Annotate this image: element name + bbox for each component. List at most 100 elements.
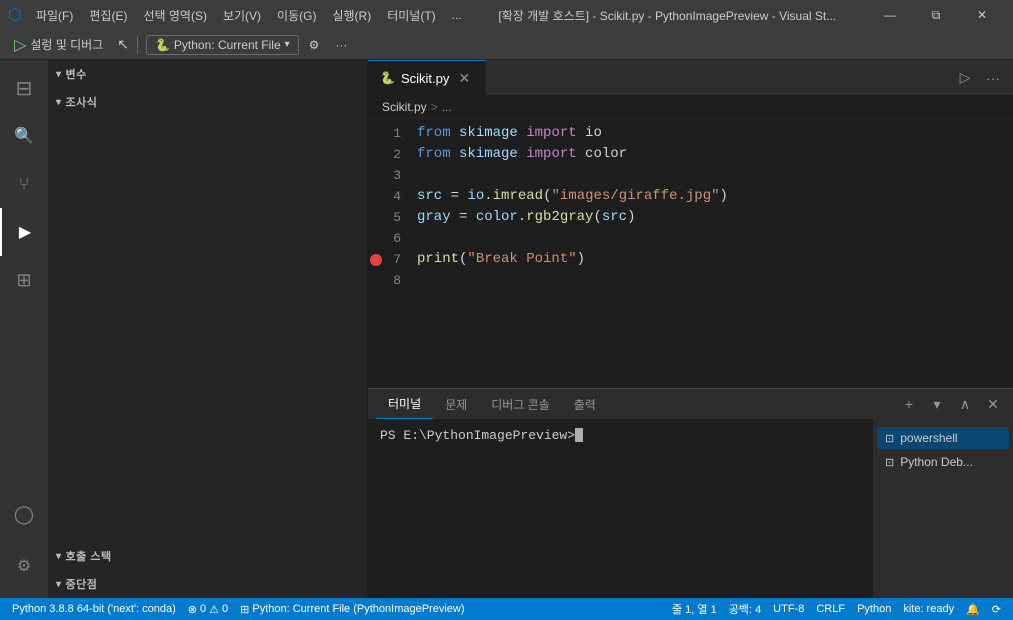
minimize-button[interactable]: — <box>867 0 913 30</box>
status-errors[interactable]: ⊗ 0 ⚠ 0 <box>182 598 234 620</box>
sidebar-variables-header[interactable]: ▾ 변수 <box>48 60 367 88</box>
activity-bar: ⊟ 🔍 ⑂ ▶ ⊞ ◯ ⚙ <box>0 60 48 598</box>
panel-dropdown-button[interactable]: ▾ <box>925 392 949 416</box>
panel-terminal-content[interactable]: PS E:\PythonImagePreview> <box>368 419 873 598</box>
remote-text: Python: Current File (PythonImagePreview… <box>252 603 464 615</box>
panel-tabs: 터미널 문제 디버그 콘솔 출력 + ▾ ∧ ✕ <box>368 389 1013 419</box>
code-line-4: 4 src = io.imread("images/giraffe.jpg") <box>368 186 1013 207</box>
close-button[interactable]: ✕ <box>959 0 1005 30</box>
sidebar-callstack-header[interactable]: ▾ 호출 스택 <box>48 542 367 570</box>
activity-explorer[interactable]: ⊟ <box>0 64 48 112</box>
debug-config-button[interactable]: 🐍 Python: Current File ▾ <box>146 35 299 55</box>
menu-run[interactable]: 실행(R) <box>326 5 377 26</box>
panel-maximize-button[interactable]: ∧ <box>953 392 977 416</box>
title-bar-left: ⬡ 파일(F) 편집(E) 선택 영역(S) 보기(V) 이동(G) 실행(R)… <box>8 5 468 26</box>
sidebar-section-callstack: ▾ 호출 스택 <box>48 542 367 570</box>
panel-tab-debug-console[interactable]: 디버그 콘솔 <box>479 389 562 419</box>
warning-count: 0 <box>222 603 228 615</box>
activity-accounts[interactable]: ◯ <box>0 490 48 538</box>
status-python-version[interactable]: Python 3.8.8 64-bit ('next': conda) <box>6 598 182 620</box>
code-line-1: 1 from skimage import io <box>368 123 1013 144</box>
code-line-2: 2 from skimage import color <box>368 144 1013 165</box>
python-debug-icon: ⊡ <box>885 456 894 469</box>
panel-add-button[interactable]: + <box>897 392 921 416</box>
code-line-3: 3 <box>368 165 1013 186</box>
sync-icon: ⟳ <box>992 603 1001 616</box>
sidebar-variables-label: 변수 <box>66 66 87 82</box>
menu-edit[interactable]: 편집(E) <box>83 5 133 26</box>
debug-run-button[interactable]: ▷ 설렁 및 디버그 <box>8 33 109 57</box>
panel-tab-terminal[interactable]: 터미널 <box>376 389 433 419</box>
chevron-icon: ▾ <box>56 551 62 562</box>
menu-file[interactable]: 파일(F) <box>30 5 79 26</box>
panel: 터미널 문제 디버그 콘솔 출력 + ▾ ∧ ✕ PS E:\PythonIma… <box>368 388 1013 598</box>
status-bar: Python 3.8.8 64-bit ('next': conda) ⊗ 0 … <box>0 598 1013 620</box>
line-content-2: from skimage import color <box>413 144 1013 165</box>
activity-debug[interactable]: ▶ <box>0 208 48 256</box>
status-spaces[interactable]: 공백: 4 <box>723 598 767 620</box>
sidebar-watch-header[interactable]: ▾ 조사식 <box>48 88 367 116</box>
python-tab-icon: 🐍 <box>380 71 395 85</box>
settings-icon: ⚙ <box>309 38 320 52</box>
tab-scikit[interactable]: 🐍 Scikit.py ✕ <box>368 60 486 95</box>
kite-text: kite: ready <box>903 603 954 615</box>
settings-button[interactable]: ⚙ <box>303 36 326 54</box>
dropdown-icon: ▾ <box>285 39 290 50</box>
panel-side-tab-python-debug[interactable]: ⊡ Python Deb... <box>877 451 1009 473</box>
panel-tab-output[interactable]: 출력 <box>562 389 608 419</box>
line-num-6: 6 <box>368 228 413 249</box>
breadcrumb-path[interactable]: ... <box>442 100 452 114</box>
status-line-ending[interactable]: CRLF <box>810 598 851 620</box>
code-line-6: 6 <box>368 228 1013 249</box>
panel-side-tabs: ⊡ powershell ⊡ Python Deb... <box>873 419 1013 598</box>
debug-run-icon: ▷ <box>14 35 26 55</box>
tab-actions: ▷ ··· <box>945 66 1013 90</box>
status-line-col[interactable]: 줄 1, 열 1 <box>666 598 723 620</box>
split-editor-button[interactable]: ▷ <box>953 66 977 90</box>
code-line-5: 5 gray = color.rgb2gray(src) <box>368 207 1013 228</box>
warning-icon: ⚠ <box>209 603 219 616</box>
panel-body: PS E:\PythonImagePreview> ⊡ powershell ⊡… <box>368 419 1013 598</box>
tab-close-button[interactable]: ✕ <box>455 69 473 87</box>
menu-goto[interactable]: 이동(G) <box>271 5 322 26</box>
line-content-1: from skimage import io <box>413 123 1013 144</box>
more-actions-button[interactable]: ··· <box>329 36 353 54</box>
code-line-8: 8 <box>368 270 1013 291</box>
breadcrumb-file[interactable]: Scikit.py <box>382 100 427 114</box>
menu-more[interactable]: ... <box>446 6 468 24</box>
panel-close-button[interactable]: ✕ <box>981 392 1005 416</box>
status-language[interactable]: Python <box>851 598 897 620</box>
activity-extensions[interactable]: ⊞ <box>0 256 48 304</box>
line-content-7: print("Break Point") <box>413 249 1013 270</box>
title-bar: ⬡ 파일(F) 편집(E) 선택 영역(S) 보기(V) 이동(G) 실행(R)… <box>0 0 1013 30</box>
activity-settings[interactable]: ⚙ <box>0 542 48 590</box>
tab-more-button[interactable]: ··· <box>981 66 1005 90</box>
sidebar-breakpoints-header[interactable]: ▾ 중단점 <box>48 570 367 598</box>
panel-tab-problems[interactable]: 문제 <box>433 389 479 419</box>
encoding-text: UTF-8 <box>773 603 804 615</box>
status-notify[interactable]: 🔔 <box>960 598 986 620</box>
panel-side-tab-powershell[interactable]: ⊡ powershell <box>877 427 1009 449</box>
main-area: ⊟ 🔍 ⑂ ▶ ⊞ ◯ ⚙ ▾ 변수 ▾ 조사식 ▾ 호출 스택 <box>0 60 1013 598</box>
status-kite[interactable]: kite: ready <box>897 598 960 620</box>
line-num-3: 3 <box>368 165 413 186</box>
line-num-1: 1 <box>368 123 413 144</box>
restore-button[interactable]: ⧉ <box>913 0 959 30</box>
activity-scm[interactable]: ⑂ <box>0 160 48 208</box>
menu-terminal[interactable]: 터미널(T) <box>381 5 441 26</box>
title-bar-title: [확장 개발 호스트] - Scikit.py - PythonImagePre… <box>468 7 867 24</box>
breakpoint-indicator[interactable] <box>370 254 382 266</box>
activity-search[interactable]: 🔍 <box>0 112 48 160</box>
chevron-icon: ▾ <box>56 579 62 590</box>
cursor-indicator: ↖ <box>117 36 129 53</box>
code-editor[interactable]: 1 from skimage import io 2 from skimage … <box>368 119 1013 388</box>
sidebar-watch-label: 조사식 <box>66 94 98 110</box>
menu-selection[interactable]: 선택 영역(S) <box>137 5 213 26</box>
title-bar-controls: — ⧉ ✕ <box>867 0 1005 30</box>
sidebar-section-breakpoints: ▾ 중단점 <box>48 570 367 598</box>
status-sync[interactable]: ⟳ <box>986 598 1007 620</box>
menu-view[interactable]: 보기(V) <box>217 5 267 26</box>
status-encoding[interactable]: UTF-8 <box>767 598 810 620</box>
line-num-8: 8 <box>368 270 413 291</box>
status-remote[interactable]: ⊞ Python: Current File (PythonImagePrevi… <box>234 598 470 620</box>
